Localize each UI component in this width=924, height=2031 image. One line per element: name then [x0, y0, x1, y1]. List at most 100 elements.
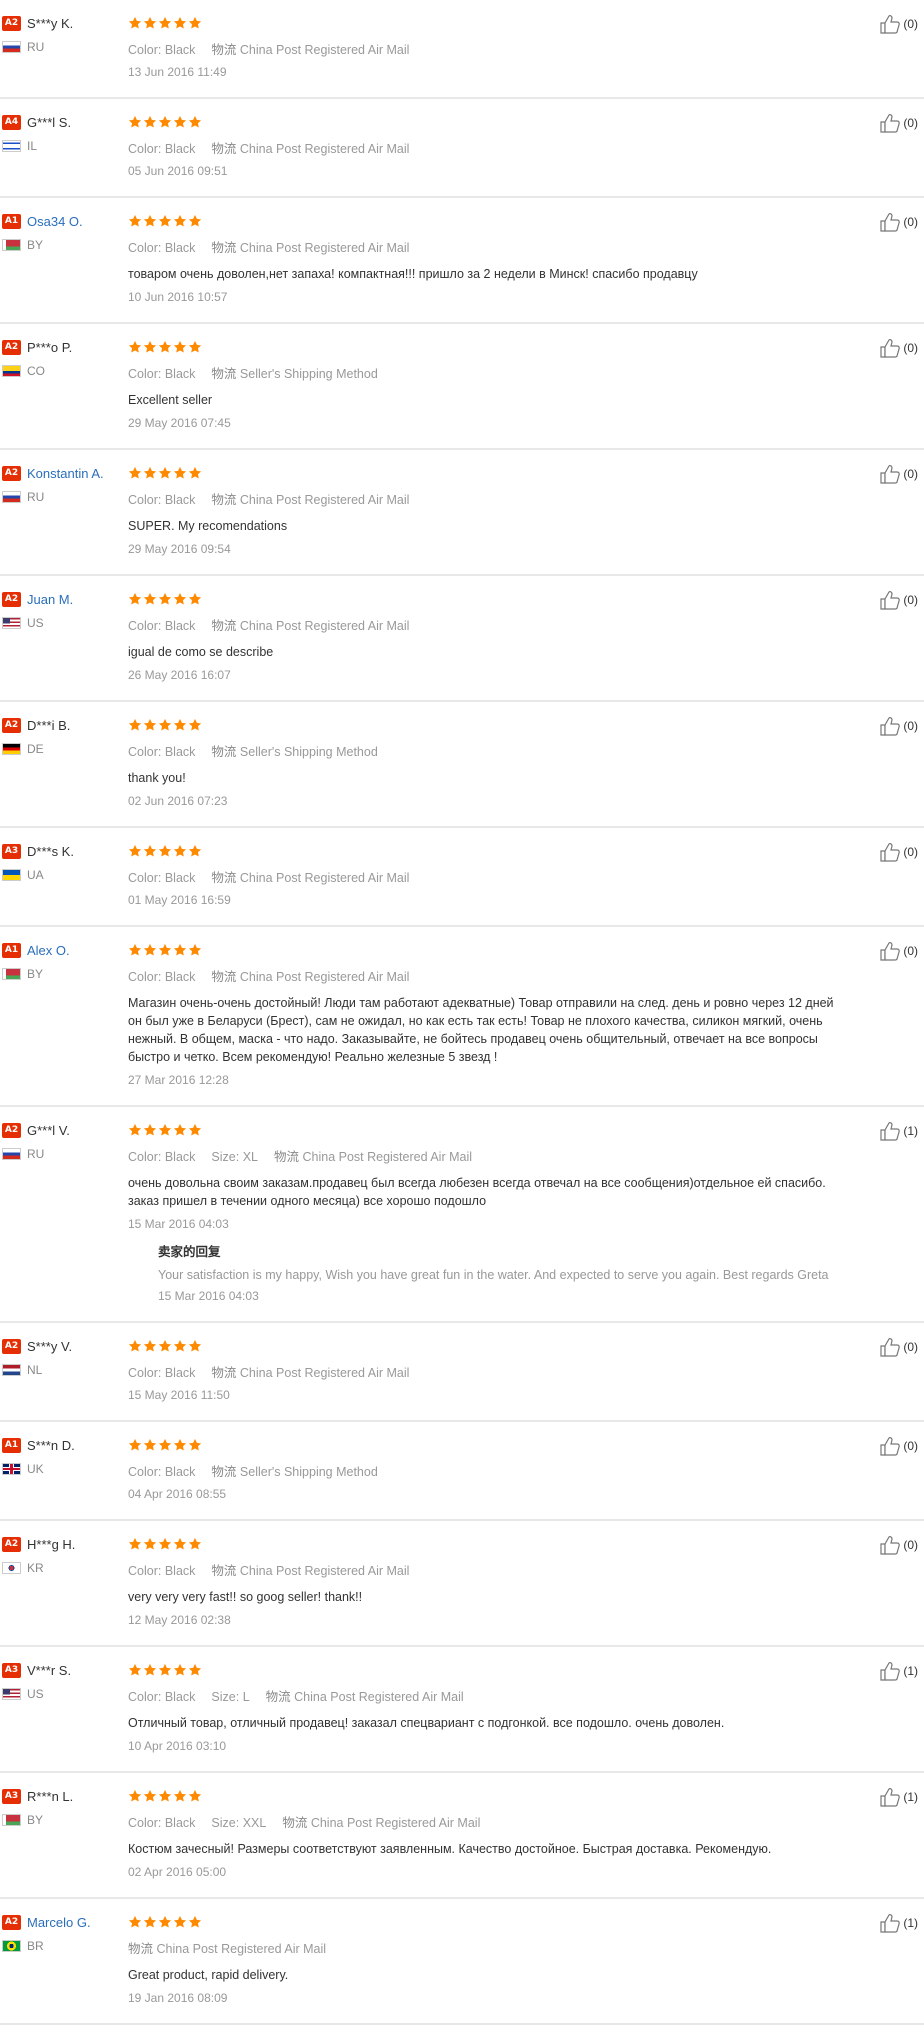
buyer-name[interactable]: Osa34 O. [27, 214, 83, 229]
buyer-name: G***l S. [27, 114, 72, 130]
feedback-content: Color: Black 物流 China Post Registered Air… [128, 590, 834, 682]
helpful-button[interactable]: (0) [880, 338, 918, 358]
flag-nl-icon [2, 1364, 21, 1376]
star-icon [173, 466, 187, 480]
buyer-name: S***y V. [27, 1338, 73, 1354]
star-icon [158, 214, 172, 228]
feedback-date: 02 Apr 2016 05:00 [128, 1865, 227, 1879]
feedback-text: igual de como se describe [128, 645, 274, 659]
star-icon [188, 1663, 202, 1677]
helpful-button[interactable]: (0) [880, 212, 918, 232]
helpful-button[interactable]: (0) [880, 716, 918, 736]
star-icon [128, 16, 142, 30]
helpful-button[interactable]: (0) [880, 842, 918, 862]
helpful-button[interactable]: (0) [880, 464, 918, 484]
star-icon [158, 943, 172, 957]
helpful-button[interactable]: (0) [880, 941, 918, 961]
feedback-item-5: A2 Konstantin A. RU Color: Black 物流 China… [0, 450, 924, 576]
buyer-info: A2 Konstantin A. RU [2, 464, 122, 504]
buyer-info: A2 S***y V. NL [2, 1337, 122, 1377]
shipping-info: 物流 China Post Registered Air Mail [128, 1942, 326, 1956]
color-info-label: Color: [128, 142, 162, 156]
helpful-button[interactable]: (0) [880, 113, 918, 133]
star-icon [173, 943, 187, 957]
buyer-level-badge: A2 [2, 1338, 21, 1354]
star-icon [143, 466, 157, 480]
buyer-name[interactable]: Alex O. [27, 943, 70, 958]
color-info: Color: Black [128, 1366, 195, 1380]
helpful-button[interactable]: (0) [880, 14, 918, 34]
color-info-value: Black [164, 1465, 196, 1479]
thumbs-up-icon [880, 114, 901, 133]
helpful-count: (0) [903, 845, 918, 859]
shipping-info-value: Seller's Shipping Method [239, 1465, 378, 1479]
star-icon [173, 16, 187, 30]
helpful-button[interactable]: (1) [880, 1661, 918, 1681]
color-info: Color: Black [128, 1564, 195, 1578]
star-icon [188, 115, 202, 129]
helpful-count: (0) [903, 593, 918, 607]
star-icon [173, 1339, 187, 1353]
shipping-info-value: China Post Registered Air Mail [294, 1690, 464, 1704]
star-icon [188, 1915, 202, 1929]
order-info: Color: Black 物流 China Post Registered Air… [128, 39, 834, 58]
helpful-button[interactable]: (0) [880, 1535, 918, 1555]
helpful-button[interactable]: (1) [880, 1787, 918, 1807]
thumbs-up-icon [880, 1662, 901, 1681]
buyer-info: A2 S***y K. RU [2, 14, 122, 54]
color-info-label: Color: [128, 1816, 162, 1830]
buyer-info: A2 P***o P. CO [2, 338, 122, 378]
buyer-info: A2 G***l V. RU [2, 1121, 122, 1161]
shipping-info-label: 物流 [128, 1942, 154, 1956]
feedback-item-6: A2 Juan M. US Color: Black 物流 China Post … [0, 576, 924, 702]
size-info-label: Size: [211, 1150, 240, 1164]
helpful-button[interactable]: (0) [880, 1337, 918, 1357]
buyer-name: G***l V. [27, 1122, 70, 1138]
star-icon [128, 214, 142, 228]
buyer-name[interactable]: Konstantin A. [27, 466, 104, 481]
buyer-country: UA [27, 868, 44, 882]
flag-kr-icon [2, 1562, 21, 1574]
size-info-value: L [242, 1690, 250, 1704]
buyer-name[interactable]: Marcelo G. [27, 1915, 91, 1930]
buyer-name[interactable]: Juan M. [27, 592, 73, 607]
feedback-content: Color: Black 物流 China Post Registered Air… [128, 941, 834, 1087]
order-info: Color: Black 物流 China Post Registered Air… [128, 138, 834, 157]
helpful-button[interactable]: (0) [880, 590, 918, 610]
color-info-value: Black [164, 43, 196, 57]
feedback-text: очень довольна своим заказам.продавец бы… [128, 1176, 826, 1208]
helpful-count: (0) [903, 116, 918, 130]
feedback-text: thank you! [128, 771, 186, 785]
color-info: Color: Black [128, 1690, 195, 1704]
seller-reply-title: 卖家的回复 [158, 1244, 221, 1259]
order-info: Color: Black 物流 Seller's Shipping Method [128, 1461, 834, 1480]
star-icon [128, 115, 142, 129]
shipping-info: 物流 China Post Registered Air Mail [211, 493, 409, 507]
shipping-info: 物流 China Post Registered Air Mail [266, 1690, 464, 1704]
color-info-label: Color: [128, 241, 162, 255]
shipping-info-label: 物流 [282, 1816, 308, 1830]
star-icon [158, 1123, 172, 1137]
star-icon [128, 340, 142, 354]
size-info-value: XXL [242, 1816, 267, 1830]
shipping-info-value: China Post Registered Air Mail [156, 1942, 327, 1956]
star-icon [188, 943, 202, 957]
feedback-content: Color: Black 物流 China Post Registered Air… [128, 1535, 834, 1627]
color-info-label: Color: [128, 367, 162, 381]
helpful-button[interactable]: (1) [880, 1913, 918, 1933]
thumbs-up-icon [880, 942, 901, 961]
star-icon [128, 592, 142, 606]
helpful-button[interactable]: (0) [880, 1436, 918, 1456]
star-icon [173, 1123, 187, 1137]
feedback-item-7: A2 D***i B. DE Color: Black 物流 Seller's S… [0, 702, 924, 828]
feedback-date: 15 Mar 2016 04:03 [128, 1217, 229, 1231]
thumbs-up-icon [880, 591, 901, 610]
buyer-info: A3 V***r S. US [2, 1661, 122, 1701]
buyer-level-badge: A3 [2, 843, 21, 859]
helpful-count: (0) [903, 467, 918, 481]
buyer-level-badge: A3 [2, 1788, 21, 1804]
helpful-button[interactable]: (1) [880, 1121, 918, 1141]
star-icon [143, 1915, 157, 1929]
star-icon [173, 844, 187, 858]
color-info: Color: Black [128, 871, 195, 885]
